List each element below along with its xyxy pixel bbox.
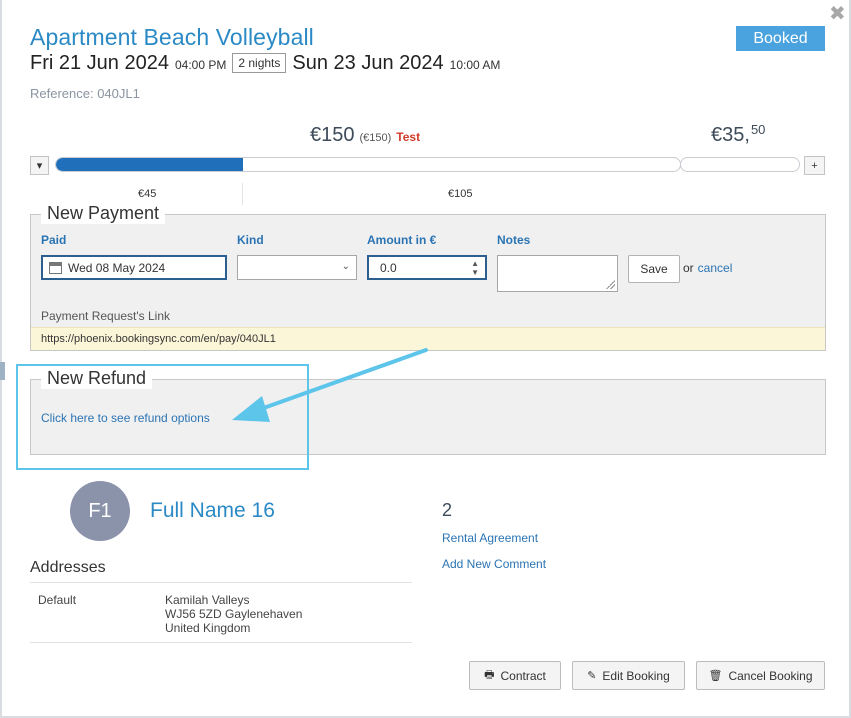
addresses-title: Addresses (30, 559, 106, 576)
guest-name[interactable]: Full Name 16 (150, 499, 275, 523)
booking-modal: ✖ Apartment Beach Volleyball Booked Fri … (0, 0, 851, 718)
addresses-divider (30, 582, 412, 583)
add-comment-link[interactable]: Add New Comment (442, 557, 546, 571)
cancel-booking-button[interactable]: 🗑 Cancel Booking (696, 661, 825, 690)
printer-icon: 🖶 (484, 669, 495, 681)
pencil-icon: ✎ (587, 670, 597, 682)
address-type: Default (38, 593, 77, 607)
annotation-arrow-icon (232, 348, 428, 422)
guest-count: 2 (442, 500, 453, 520)
address-line-2: WJ56 5ZD Gaylenehaven (165, 607, 303, 621)
rental-agreement-link[interactable]: Rental Agreement (442, 531, 538, 545)
avatar: F1 (70, 481, 130, 541)
address-line-1: Kamilah Valleys (165, 593, 250, 607)
address-line-3: United Kingdom (165, 621, 251, 635)
edit-booking-label: Edit Booking (602, 668, 670, 683)
address-lines: Kamilah Valleys WJ56 5ZD Gaylenehaven Un… (165, 593, 302, 635)
addresses-divider-bottom (30, 642, 412, 643)
edit-booking-button[interactable]: ✎ Edit Booking (572, 661, 685, 690)
cancel-booking-label: Cancel Booking (728, 668, 813, 683)
contract-label: Contract (500, 668, 546, 683)
trash-icon: 🗑 (708, 670, 723, 682)
contract-button[interactable]: 🖶 Contract (469, 661, 561, 690)
